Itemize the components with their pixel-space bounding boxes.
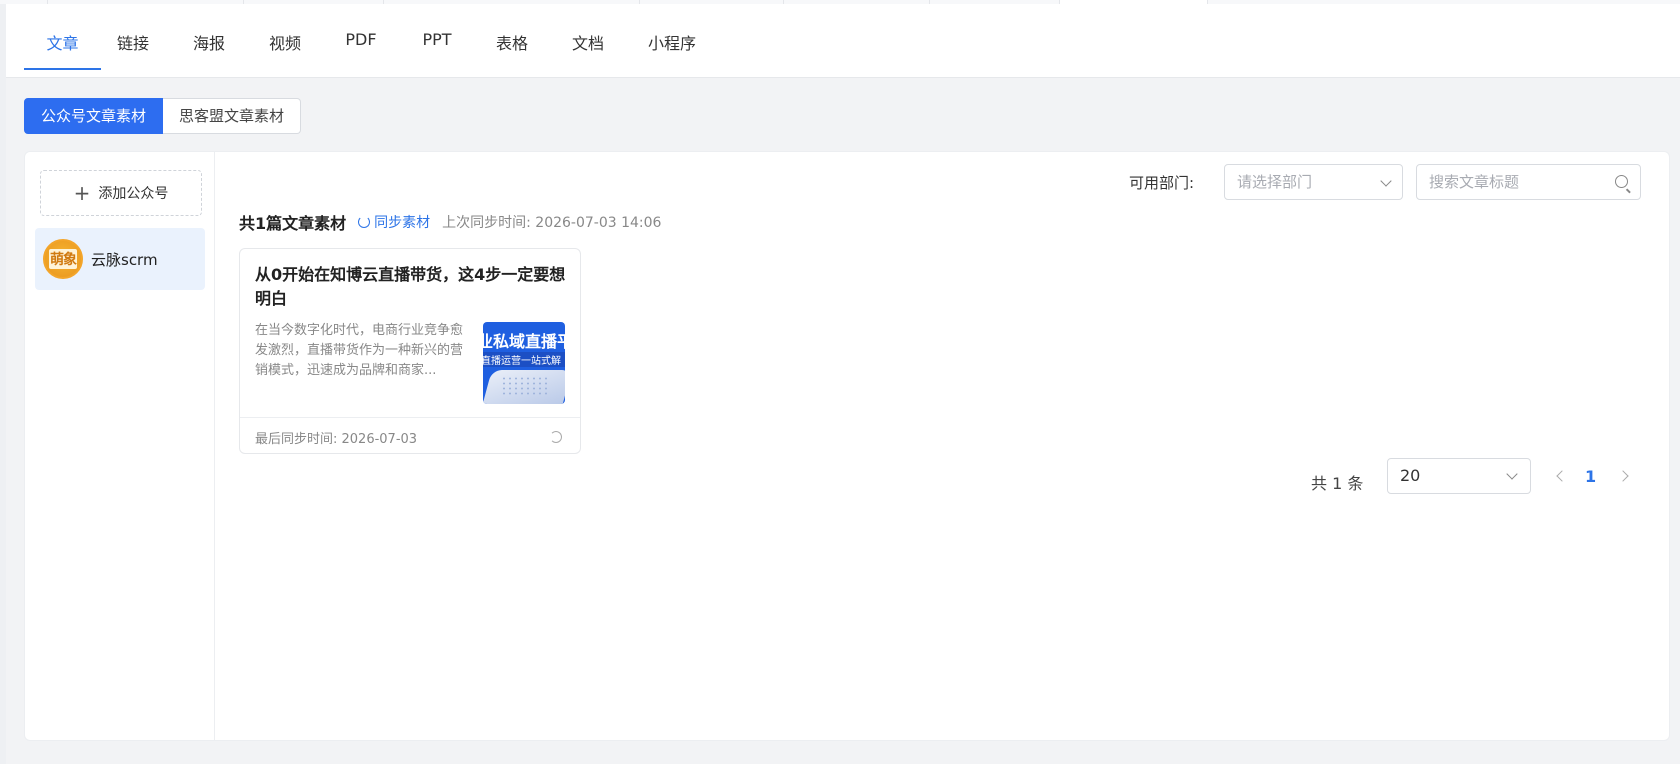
article-thumbnail: 业私域直播平 直播运营一站式解 (483, 322, 565, 404)
tab-poster[interactable]: 海报 (190, 30, 228, 70)
sikemeng-articles-button[interactable]: 思客盟文章素材 (163, 98, 302, 134)
chevron-down-icon (1506, 468, 1518, 480)
plus-icon: + (73, 181, 91, 205)
avatar: 萌象 (43, 239, 83, 279)
tab-article[interactable]: 文章 (24, 30, 101, 70)
sync-materials-button[interactable]: 同步素材 (358, 212, 430, 232)
page-size-value: 20 (1400, 466, 1421, 485)
article-title: 从0开始在知博云直播带货，这4步一定要想明白 (255, 265, 566, 308)
article-last-sync: 最后同步时间: 2026-07-03 (255, 432, 418, 447)
department-filter-label: 可用部门: (1129, 174, 1195, 192)
tab-document[interactable]: 文档 (569, 30, 607, 70)
thumbnail-dots (501, 376, 551, 396)
tab-link[interactable]: 链接 (114, 30, 152, 70)
pagination-current-page[interactable]: 1 (1585, 467, 1596, 486)
tab-video[interactable]: 视频 (266, 30, 304, 70)
avatar-text: 萌象 (49, 249, 77, 269)
refresh-icon (358, 216, 371, 228)
tab-pdf[interactable]: PDF (341, 30, 381, 70)
account-sidebar: + 添加公众号 萌象 云脉scrm (25, 152, 215, 740)
content-panel: + 添加公众号 萌象 云脉scrm 可用部门: 请选择部门 搜索文章标题 共1篇… (24, 151, 1670, 741)
article-card-footer: 最后同步时间: 2026-07-03 (240, 417, 580, 455)
article-count: 共1篇文章素材 (239, 214, 347, 233)
add-account-label: 添加公众号 (98, 186, 169, 202)
summary-bar: 共1篇文章素材 同步素材 上次同步时间: 2026-07-03 14:06 (239, 210, 661, 234)
account-item[interactable]: 萌象 云脉scrm (35, 228, 205, 290)
tab-mini-program[interactable]: 小程序 (644, 30, 700, 70)
chevron-down-icon (1380, 175, 1392, 187)
search-icon[interactable] (1615, 175, 1628, 188)
search-placeholder: 搜索文章标题 (1429, 173, 1520, 191)
sync-materials-label: 同步素材 (374, 215, 431, 231)
page-size-select[interactable]: 20 (1387, 458, 1531, 494)
article-excerpt: 在当今数字化时代，电商行业竞争愈发激烈，直播带货作为一种新兴的营销模式，迅速成为… (255, 323, 464, 378)
department-select-placeholder: 请选择部门 (1237, 173, 1313, 191)
article-card[interactable]: 从0开始在知博云直播带货，这4步一定要想明白 在当今数字化时代，电商行业竞争愈发… (239, 248, 581, 454)
chevron-right-icon[interactable] (1617, 470, 1629, 482)
thumbnail-headline: 业私域直播平 (483, 332, 565, 351)
pagination-total: 共 1 条 (1311, 474, 1364, 493)
content-type-tabs: 文章 链接 海报 视频 PDF PPT 表格 文档 小程序 (6, 4, 1680, 78)
department-select[interactable]: 请选择部门 (1224, 164, 1403, 200)
thumbnail-subline: 直播运营一站式解 (483, 352, 565, 367)
add-account-button[interactable]: + 添加公众号 (40, 170, 202, 216)
tab-spreadsheet[interactable]: 表格 (493, 30, 531, 70)
last-sync-time: 上次同步时间: 2026-07-03 14:06 (442, 215, 662, 231)
official-account-articles-button[interactable]: 公众号文章素材 (24, 98, 164, 134)
chevron-left-icon[interactable] (1556, 470, 1568, 482)
refresh-icon[interactable] (550, 431, 562, 443)
account-name: 云脉scrm (91, 250, 158, 269)
main-container: 文章 链接 海报 视频 PDF PPT 表格 文档 小程序 公众号文章素材 思客… (6, 4, 1680, 764)
article-search-input[interactable]: 搜索文章标题 (1416, 164, 1641, 200)
tab-ppt[interactable]: PPT (417, 30, 457, 70)
source-switch: 公众号文章素材 思客盟文章素材 (24, 98, 302, 134)
